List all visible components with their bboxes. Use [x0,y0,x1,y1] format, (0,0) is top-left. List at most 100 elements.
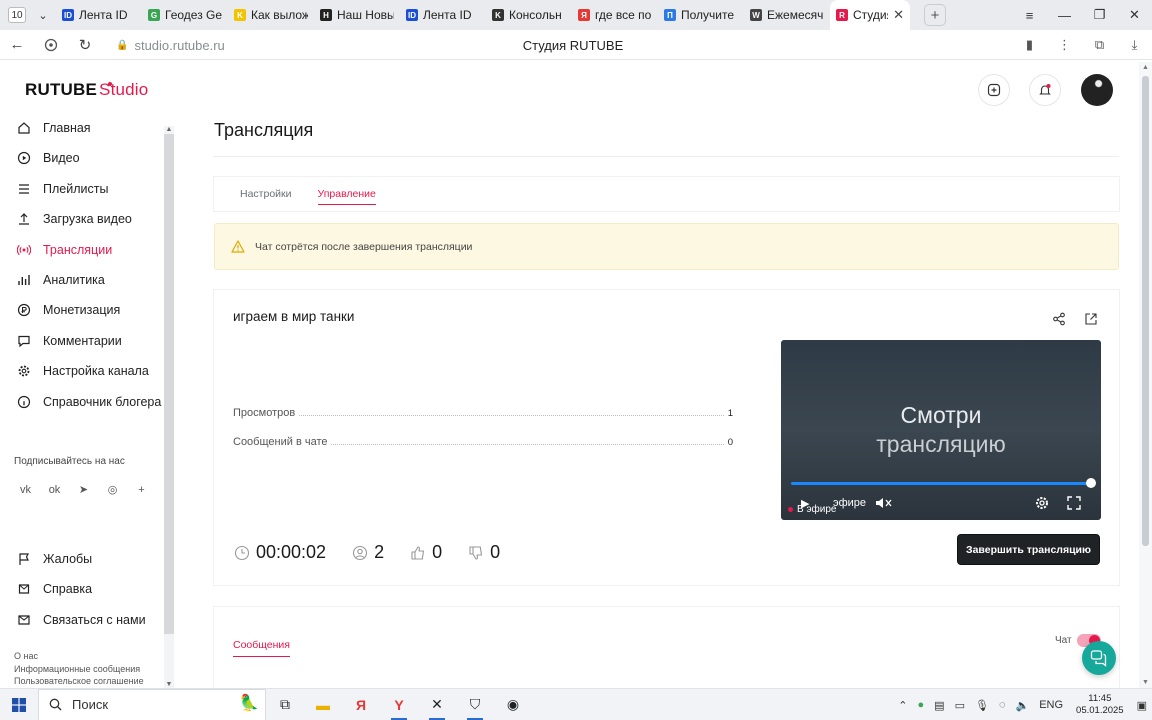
tab-counter[interactable]: 10 [8,7,26,23]
back-button[interactable]: ← [0,30,34,60]
sidebar-item-broadcast[interactable]: Трансляции [16,240,166,260]
sidebar-scrollbar[interactable]: ▲ ▼ [164,126,174,688]
tray-volume-icon[interactable]: 🔈 [1016,699,1030,712]
obs-icon[interactable]: ◉ [494,689,532,720]
sidebar-item-monetization[interactable]: Монетизация [16,300,166,320]
browser-tab[interactable]: H Наш Новый [314,0,400,30]
settings-gear-icon[interactable] [1034,495,1050,511]
chat-warning-banner: Чат сотрётся после завершения трансляции [214,223,1119,270]
ok-icon[interactable]: ok [43,478,66,501]
tray-battery-icon[interactable]: ▭ [955,699,965,712]
browser-tab[interactable]: R Студия ✕ [830,0,910,30]
sidebar-item-upload[interactable]: Загрузка видео [16,209,166,229]
tray-network-icon[interactable]: ▤ [934,699,944,712]
lock-icon[interactable]: 🔒 [116,40,128,51]
sidebar-item-label: Монетизация [43,303,121,318]
reload-button[interactable]: ↻ [68,30,102,60]
page-title: Трансляция [214,120,314,140]
browser-tab[interactable]: П Получите [658,0,744,30]
notifications-center-icon[interactable]: ▣ [1137,699,1147,712]
sidebar-item-home[interactable]: Главная [16,118,166,138]
restore-button[interactable]: ❐ [1082,0,1117,30]
footer-link[interactable]: О нас [14,650,144,663]
counter-strike-icon[interactable]: ✕ [418,689,456,720]
scroll-down-arrow-icon[interactable]: ▼ [164,681,174,688]
file-explorer-icon[interactable]: ▬ [304,689,342,720]
stream-preview-player[interactable]: Смотри трансляцию ▶ эфире В эфире [781,340,1101,520]
browser-tab[interactable]: K Как вылож [228,0,314,30]
keyboard-language[interactable]: ENG [1039,699,1063,711]
player-headline-2: трансляцию [876,431,1006,457]
notifications-button[interactable] [1029,74,1061,106]
url-text[interactable]: studio.rutube.ru [134,38,224,53]
browser-tab[interactable]: G Геодез Geo [142,0,228,30]
player-progress-bar[interactable] [791,482,1091,485]
rutube-studio-logo[interactable]: RUTUBE Studio [25,80,148,102]
sidebar-item-help[interactable]: Справка [16,579,166,599]
tray-app-icon[interactable]: ● [918,699,925,711]
mute-icon[interactable] [875,495,893,511]
scroll-up-arrow-icon[interactable]: ▲ [1139,64,1152,71]
tray-mic-icon[interactable]: 🎙 [975,699,989,712]
sidebar-item-mail[interactable]: Связаться с нами [16,610,166,630]
close-window-button[interactable]: ✕ [1117,0,1152,30]
protect-icon[interactable] [34,30,68,60]
sidebar-item-analytics[interactable]: Аналитика [16,270,166,290]
close-tab-icon[interactable]: ✕ [893,7,904,23]
page-scrollbar[interactable]: ▲ ▼ [1139,62,1152,688]
footer-link[interactable]: Пользовательское соглашение [14,675,144,688]
share-icon[interactable] [1050,310,1068,328]
more-icon[interactable]: ⋮ [1047,37,1082,53]
sidebar-item-label: Жалобы [43,552,93,566]
clock[interactable]: 11:45 05.01.2025 [1076,693,1124,717]
more-icon[interactable]: + [130,478,153,501]
game-launcher-icon[interactable]: ⛉ [456,689,494,720]
sidebar-item-comments[interactable]: Комментарии [16,331,166,351]
task-view-icon[interactable]: ⧉ [266,689,304,720]
sidebar-item-flag[interactable]: Жалобы [16,549,166,569]
menu-icon[interactable]: ≡ [1012,0,1047,30]
vk-icon[interactable]: vk [14,478,37,501]
support-chat-button[interactable] [1082,641,1116,675]
yandex-browser-icon[interactable]: Y [380,689,418,720]
sidebar-scroll-thumb[interactable] [164,134,174,634]
bookmark-icon[interactable]: ▮ [1012,37,1047,53]
url-field[interactable]: 🔒 studio.rutube.ru Студия RUTUBE [108,34,1038,56]
page-scroll-thumb[interactable] [1142,76,1149,546]
add-content-button[interactable] [978,74,1010,106]
sidebar-item-playlist[interactable]: Плейлисты [16,179,166,199]
footer-link[interactable]: Информационные сообщения [14,663,144,676]
tab-messages[interactable]: Сообщения [233,633,290,657]
player-progress-knob[interactable] [1086,478,1096,488]
tray-expand-icon[interactable]: ⌃ [898,699,907,712]
scroll-up-arrow-icon[interactable]: ▲ [164,126,174,133]
flag-icon [16,552,31,567]
browser-tab[interactable]: Ягде все по [572,0,658,30]
tab-management[interactable]: Управление [317,177,377,211]
yandex-icon[interactable]: Я [342,689,380,720]
external-link-icon[interactable] [1082,310,1100,328]
extensions-icon[interactable]: ⧉ [1082,37,1117,53]
browser-tab[interactable]: ID Лента ID [400,0,486,30]
new-tab-button[interactable]: + [924,4,946,26]
viber-icon[interactable]: ◎ [101,478,124,501]
avatar[interactable] [1081,74,1113,106]
fullscreen-icon[interactable] [1067,495,1081,511]
browser-tab[interactable]: ID Лента ID [56,0,142,30]
telegram-icon[interactable]: ➤ [72,478,95,501]
end-stream-button[interactable]: Завершить трансляцию [957,534,1100,565]
browser-tab[interactable]: K Консольн [486,0,572,30]
downloads-icon[interactable]: ⤓ [1117,37,1152,53]
taskbar-search[interactable]: Поиск 🦜 [38,688,266,720]
minimize-button[interactable]: — [1047,0,1082,30]
sidebar-item-guide[interactable]: Справочник блогера [16,392,166,412]
scroll-down-arrow-icon[interactable]: ▼ [1139,679,1152,686]
sidebar-item-channel-settings[interactable]: Настройка канала [16,361,166,381]
start-button[interactable] [0,689,38,720]
tab-list-chevron-icon[interactable]: ⌄ [30,0,56,30]
tray-wifi-icon[interactable]: ◌ [999,699,1006,711]
sidebar-item-video[interactable]: Видео [16,148,166,168]
tab-title: Как вылож [251,8,308,22]
browser-tab[interactable]: W Ежемесяч [744,0,830,30]
tab-settings[interactable]: Настройки [240,177,292,211]
